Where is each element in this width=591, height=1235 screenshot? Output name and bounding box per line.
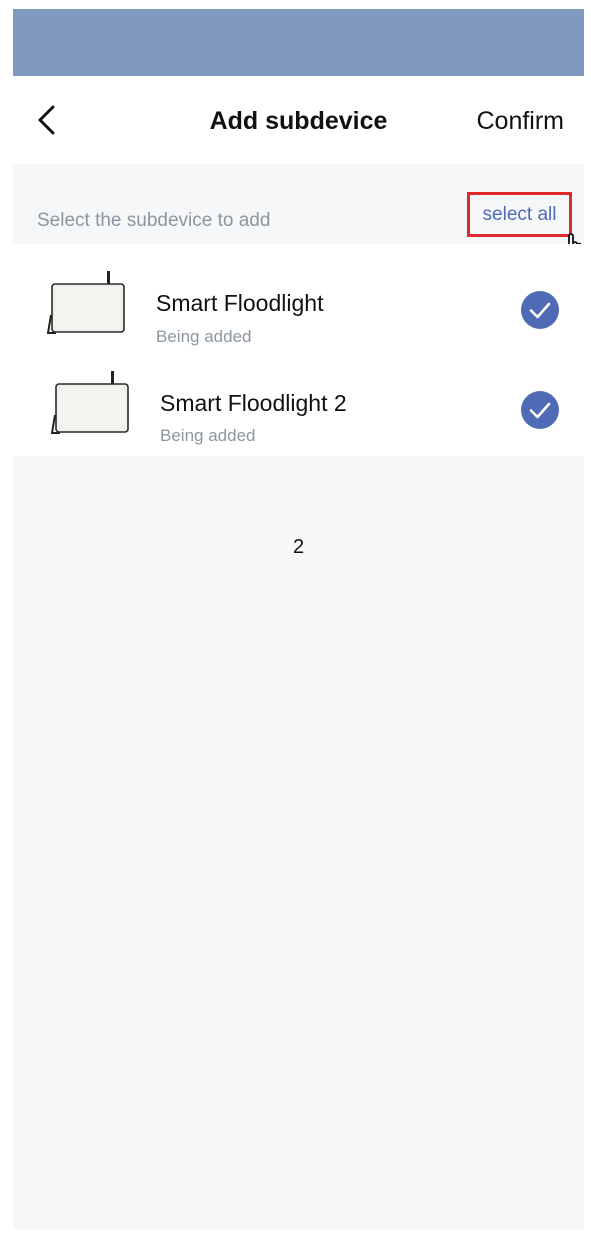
section-hint: Select the subdevice to add — [37, 210, 271, 231]
select-all-button[interactable]: select all — [467, 192, 572, 237]
floodlight-icon — [47, 271, 125, 334]
page-number: 2 — [292, 536, 305, 558]
device-list: Smart Floodlight Being added Smart Flood… — [13, 244, 584, 456]
device-status: Being added — [160, 426, 256, 445]
device-row[interactable]: Smart Floodlight 2 Being added — [13, 354, 584, 454]
device-name: Smart Floodlight 2 — [160, 390, 347, 416]
status-bar — [13, 9, 584, 76]
floodlight-icon — [51, 371, 129, 434]
device-status: Being added — [156, 327, 252, 346]
app-screen: Add subdevice Confirm Select the subdevi… — [13, 9, 584, 1229]
select-all-label: select all — [482, 203, 557, 225]
checkmark-circle-icon[interactable] — [521, 291, 559, 329]
device-name: Smart Floodlight — [156, 290, 324, 316]
device-row[interactable]: Smart Floodlight Being added — [13, 254, 584, 354]
nav-bar: Add subdevice Confirm — [13, 76, 584, 164]
section-header: Select the subdevice to add select all — [13, 164, 584, 244]
checkmark-circle-icon[interactable] — [521, 391, 559, 429]
confirm-button[interactable]: Confirm — [476, 107, 564, 136]
